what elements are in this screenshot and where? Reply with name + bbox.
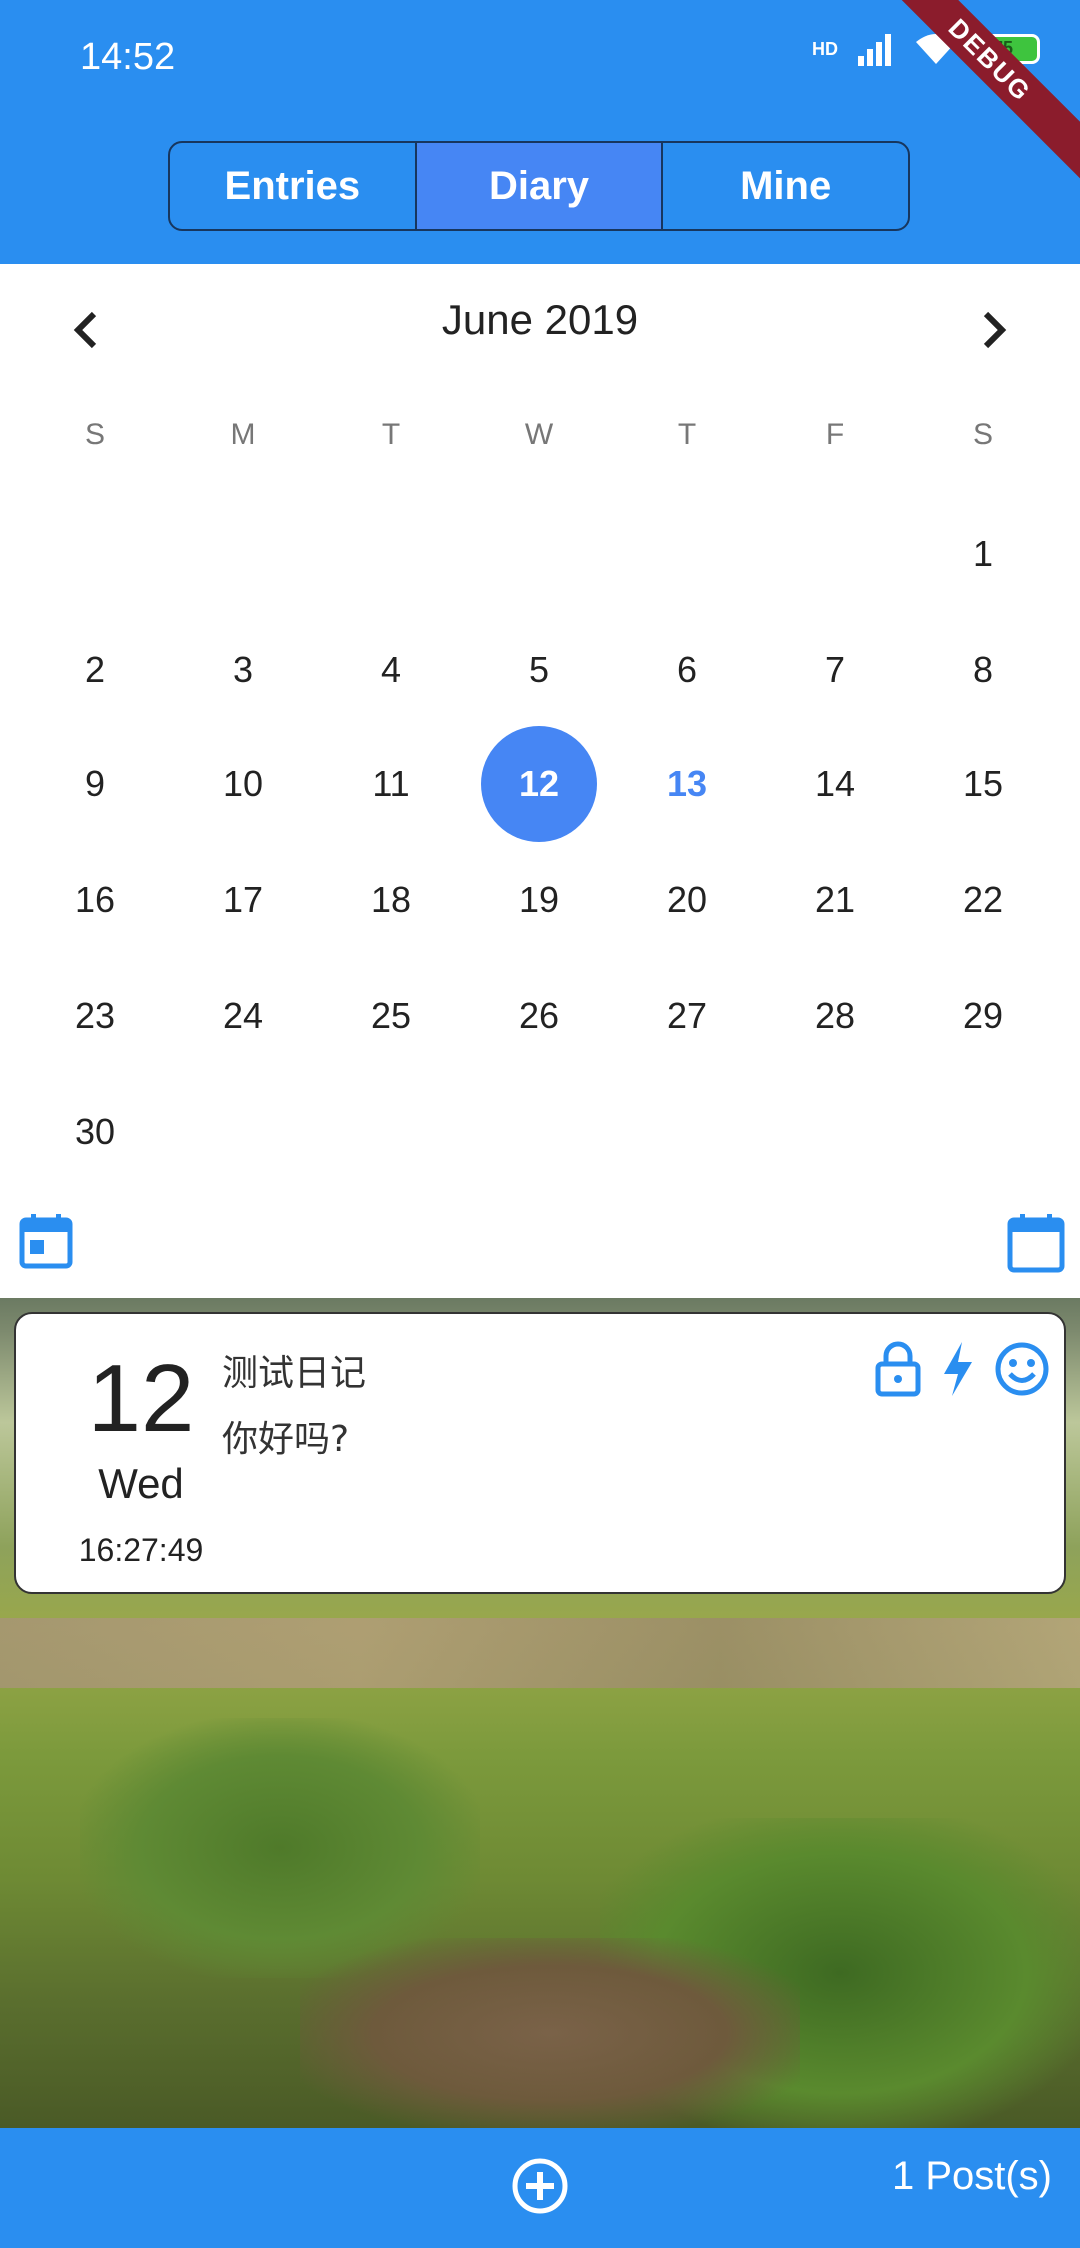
status-time: 14:52 — [80, 36, 176, 78]
calendar-day[interactable]: 25 — [333, 958, 449, 1074]
calendar-day[interactable]: 9 — [37, 726, 153, 842]
entry-title: 测试日记 — [222, 1353, 367, 1394]
entry-body: 你好吗? — [222, 1419, 350, 1460]
calendar-header: June 2019 — [0, 290, 1080, 360]
calendar-day[interactable]: 10 — [185, 726, 301, 842]
calendar-day[interactable]: 2 — [37, 612, 153, 728]
tab-entries[interactable]: Entries — [170, 143, 417, 229]
weekday-sat: S — [972, 418, 993, 451]
calendar-today-icon[interactable] — [18, 1212, 74, 1270]
weekday-fri: F — [825, 418, 845, 451]
tab-diary-label: Diary — [488, 163, 590, 208]
tab-entries-label: Entries — [224, 163, 361, 208]
calendar-day[interactable]: 7 — [777, 612, 893, 728]
app-bar: 14:52 HD 75 DEBUG Entries Diary Mine — [0, 0, 1080, 264]
calendar-day[interactable]: 27 — [629, 958, 745, 1074]
calendar-day[interactable]: 24 — [185, 958, 301, 1074]
calendar-day[interactable]: 4 — [333, 612, 449, 728]
calendar-day[interactable]: 5 — [481, 612, 597, 728]
photo-terrace — [0, 1618, 1080, 1688]
lock-icon — [875, 1341, 921, 1397]
calendar-day[interactable]: 21 — [777, 842, 893, 958]
diary-entry-card[interactable]: 12 Wed 16:27:49 测试日记 你好吗? — [14, 1312, 1066, 1594]
calendar-day-selected[interactable]: 12 — [481, 726, 597, 842]
calendar-day[interactable]: 19 — [481, 842, 597, 958]
calendar-day[interactable]: 18 — [333, 842, 449, 958]
calendar-day[interactable]: 6 — [629, 612, 745, 728]
weekday-wed: W — [524, 418, 554, 451]
tab-mine[interactable]: Mine — [663, 143, 908, 229]
entry-icons — [874, 1340, 1050, 1398]
calendar-day[interactable]: 28 — [777, 958, 893, 1074]
entry-day: 12 — [87, 1345, 195, 1452]
tab-diary[interactable]: Diary — [416, 143, 664, 229]
month-title: June 2019 — [441, 296, 639, 343]
calendar-view-icon[interactable] — [1006, 1212, 1066, 1274]
calendar-day[interactable]: 17 — [185, 842, 301, 958]
weekday-tue: T — [381, 418, 401, 451]
weekday-sun: S — [84, 418, 105, 451]
tab-mine-label: Mine — [740, 163, 832, 208]
calendar-day[interactable]: 23 — [37, 958, 153, 1074]
calendar-day[interactable]: 20 — [629, 842, 745, 958]
calendar-day[interactable]: 30 — [37, 1074, 153, 1190]
smiley-icon — [995, 1342, 1049, 1396]
calendar-day[interactable]: 29 — [925, 958, 1041, 1074]
entry-weekday: Wed — [98, 1460, 184, 1507]
tab-segmented-control: Entries Diary Mine — [168, 141, 910, 231]
chevron-right-icon[interactable] — [972, 310, 1012, 350]
calendar-day[interactable]: 8 — [925, 612, 1041, 728]
add-circle-icon[interactable] — [510, 2156, 570, 2216]
weekday-thu: T — [677, 418, 697, 451]
calendar-day[interactable]: 11 — [333, 726, 449, 842]
calendar-day-today[interactable]: 13 — [629, 726, 745, 842]
calendar-day[interactable]: 3 — [185, 612, 301, 728]
calendar-day[interactable]: 15 — [925, 726, 1041, 842]
post-count: 1 Post(s) — [891, 2154, 1052, 2198]
calendar-day[interactable]: 22 — [925, 842, 1041, 958]
photo-soil — [300, 1938, 800, 2128]
calendar-day[interactable]: 16 — [37, 842, 153, 958]
network-label: HD — [812, 38, 838, 59]
calendar-day[interactable]: 1 — [925, 496, 1041, 612]
weekday-row: S M T W T F S — [0, 418, 1080, 458]
calendar-day[interactable]: 14 — [777, 726, 893, 842]
entry-time: 16:27:49 — [78, 1532, 204, 1568]
calendar-day[interactable]: 26 — [481, 958, 597, 1074]
weekday-mon: M — [230, 418, 256, 451]
signal-icon — [858, 34, 891, 66]
lightning-icon — [944, 1342, 972, 1396]
bottom-bar: 1 Post(s) — [0, 2128, 1080, 2248]
